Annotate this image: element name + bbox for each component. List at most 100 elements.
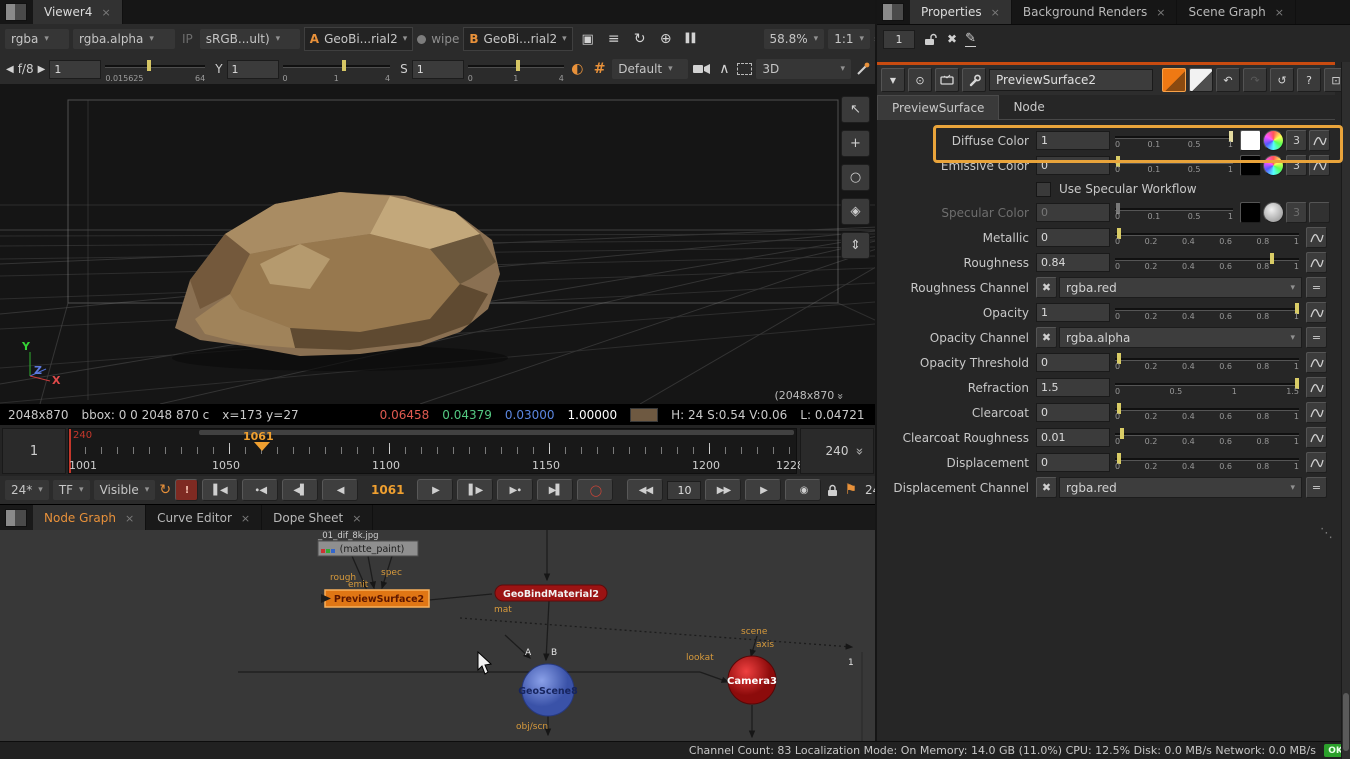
eyedropper-icon[interactable] xyxy=(855,62,871,77)
opacity-threshold-input[interactable] xyxy=(1036,353,1110,372)
tab-background-renders[interactable]: Background Renders× xyxy=(1012,0,1178,24)
clear-channel-button[interactable]: ✖ xyxy=(1036,327,1057,348)
wrench-icon[interactable] xyxy=(962,68,986,92)
timeline-pan-grip[interactable] xyxy=(199,430,794,435)
opacity-slider[interactable]: 00.20.40.60.81 xyxy=(1115,301,1299,324)
play-backward-button[interactable]: ◀ xyxy=(322,479,358,501)
animation-curve-button[interactable] xyxy=(1306,252,1327,273)
roughness-slider[interactable]: 00.20.40.60.81 xyxy=(1115,251,1299,274)
refraction-input[interactable] xyxy=(1036,378,1110,397)
node-menu-icon[interactable]: ▼ xyxy=(881,68,905,92)
lock-range-icon[interactable] xyxy=(825,483,840,498)
timeline-options-chevron-icon[interactable]: » xyxy=(851,448,866,454)
tab-preview-surface[interactable]: PreviewSurface xyxy=(877,95,999,120)
animation-curve-button[interactable] xyxy=(1306,427,1327,448)
saturation-slider[interactable]: 014 xyxy=(468,57,564,81)
playhead-marker[interactable] xyxy=(254,442,270,451)
color-wheel-icon[interactable] xyxy=(1263,155,1284,176)
scale-tool-icon[interactable]: ◈ xyxy=(841,198,870,225)
view-mode-select[interactable]: Default▾ xyxy=(612,59,687,79)
tab-viewer4[interactable]: Viewer4 × xyxy=(33,0,123,24)
grid-overlay-icon[interactable]: # xyxy=(591,61,608,77)
gamma-input[interactable] xyxy=(227,60,279,79)
step-forward-button[interactable]: ▌▶ xyxy=(457,479,493,501)
decrement-frame-button[interactable]: ◀◀ xyxy=(627,479,663,501)
zoom-level-select[interactable]: 58.8%▾ xyxy=(764,29,825,49)
close-icon[interactable]: × xyxy=(101,6,110,19)
flipbook-button[interactable]: ▶ xyxy=(745,479,781,501)
animation-curve-button[interactable] xyxy=(1309,155,1330,176)
timeline-ruler[interactable]: 240 1061 1001 1050 1100 1150 1200 1228 xyxy=(68,428,797,474)
close-icon[interactable]: × xyxy=(1156,6,1165,19)
channel-count-button[interactable]: 3 xyxy=(1286,155,1307,176)
roughness-input[interactable] xyxy=(1036,253,1110,272)
animation-curve-button[interactable] xyxy=(1306,452,1327,473)
animation-curve-button[interactable] xyxy=(1306,377,1327,398)
clearcoat-roughness-input[interactable] xyxy=(1036,428,1110,447)
input-b-select[interactable]: B GeoBi...rial2 ▾ xyxy=(463,27,572,51)
swap-ab-icon[interactable]: ▣ xyxy=(577,32,599,47)
fstop-decrease-icon[interactable]: ◀ xyxy=(6,64,14,75)
animation-curve-button[interactable] xyxy=(1306,352,1327,373)
redo-icon[interactable]: ↷ xyxy=(1243,68,1267,92)
rock-3d-model[interactable] xyxy=(172,192,508,371)
next-keyframe-button[interactable]: ▶∙ xyxy=(497,479,533,501)
step-back-button[interactable]: ◀▌ xyxy=(282,479,318,501)
wipe-knob-icon[interactable] xyxy=(417,35,426,44)
pane-layout-icon[interactable] xyxy=(5,509,27,527)
playback-cache-icon[interactable]: ◯ xyxy=(577,479,613,501)
expression-button[interactable]: = xyxy=(1306,477,1327,498)
tab-properties[interactable]: Properties× xyxy=(910,0,1012,24)
specular-color-swatch[interactable] xyxy=(1240,202,1261,223)
use-specular-workflow-checkbox[interactable] xyxy=(1036,182,1051,197)
diffuse-color-input[interactable] xyxy=(1036,131,1110,150)
diffuse-color-slider[interactable]: 00.10.51 xyxy=(1115,129,1233,152)
tab-dope-sheet[interactable]: Dope Sheet× xyxy=(262,505,373,531)
specular-color-slider[interactable]: 00.10.51 xyxy=(1115,201,1233,224)
refresh-icon[interactable]: ↻ xyxy=(629,31,651,47)
format-resolution-overlay[interactable]: (2048x870 » xyxy=(774,389,843,402)
current-frame-display[interactable]: 1061 xyxy=(362,483,413,497)
close-icon[interactable]: × xyxy=(1275,6,1284,19)
animation-curve-button[interactable] xyxy=(1306,302,1327,323)
scrollbar-thumb[interactable] xyxy=(1343,693,1349,751)
clear-channel-button[interactable]: ✖ xyxy=(1036,277,1057,298)
opacity-channel-select[interactable]: rgba.alpha▾ xyxy=(1059,327,1302,348)
input-a-select[interactable]: A GeoBi...rial2 ▾ xyxy=(304,27,413,51)
frame-range-alert-button[interactable]: ! xyxy=(175,479,198,501)
node-preview-surface[interactable]: PreviewSurface2 xyxy=(321,590,429,607)
revert-icon[interactable]: ↺ xyxy=(1270,68,1294,92)
animation-curve-button[interactable] xyxy=(1306,227,1327,248)
opacity-threshold-slider[interactable]: 00.20.40.60.81 xyxy=(1115,351,1299,374)
alpha-select[interactable]: rgba.alpha▾ xyxy=(73,29,175,49)
play-button[interactable]: ▶ xyxy=(417,479,453,501)
channel-count-button[interactable]: 3 xyxy=(1286,130,1307,151)
tab-node[interactable]: Node xyxy=(999,95,1058,119)
gain-slider[interactable]: 0.01562564 xyxy=(105,57,205,81)
close-icon[interactable]: × xyxy=(241,512,250,525)
pause-icon[interactable]: ▌▌ xyxy=(681,34,703,44)
undo-icon[interactable]: ↶ xyxy=(1216,68,1240,92)
metallic-slider[interactable]: 00.20.40.60.81 xyxy=(1115,226,1299,249)
node-geo-bind-material[interactable]: GeoBindMaterial2 xyxy=(495,585,607,601)
previous-keyframe-button[interactable]: ∙◀ xyxy=(242,479,278,501)
opacity-input[interactable] xyxy=(1036,303,1110,322)
timeline-start-field[interactable]: 1 xyxy=(2,428,66,474)
pane-layout-icon[interactable] xyxy=(5,3,27,21)
translate-tool-icon[interactable]: + xyxy=(841,130,870,157)
layer-select[interactable]: rgba▾ xyxy=(5,29,69,49)
close-icon[interactable]: × xyxy=(125,512,134,525)
displacement-slider[interactable]: 00.20.40.60.81 xyxy=(1115,451,1299,474)
close-icon[interactable]: × xyxy=(352,512,361,525)
diffuse-color-swatch[interactable] xyxy=(1240,130,1261,151)
saturation-input[interactable] xyxy=(412,60,464,79)
expression-button[interactable]: = xyxy=(1306,277,1327,298)
viewer-3d-viewport[interactable]: Y Z X ↖ + ○ ◈ ⇕ (2048x870 » xyxy=(0,84,875,404)
color-wheel-icon[interactable] xyxy=(1263,202,1284,223)
update-icon[interactable]: ⊕ xyxy=(655,31,677,47)
fit-view-tool-icon[interactable]: ⇕ xyxy=(841,232,870,259)
color-wheel-icon[interactable] xyxy=(1263,130,1284,151)
gain-input[interactable] xyxy=(49,60,101,79)
edit-icon[interactable]: ✎ xyxy=(965,31,976,47)
help-icon[interactable]: ? xyxy=(1297,68,1321,92)
